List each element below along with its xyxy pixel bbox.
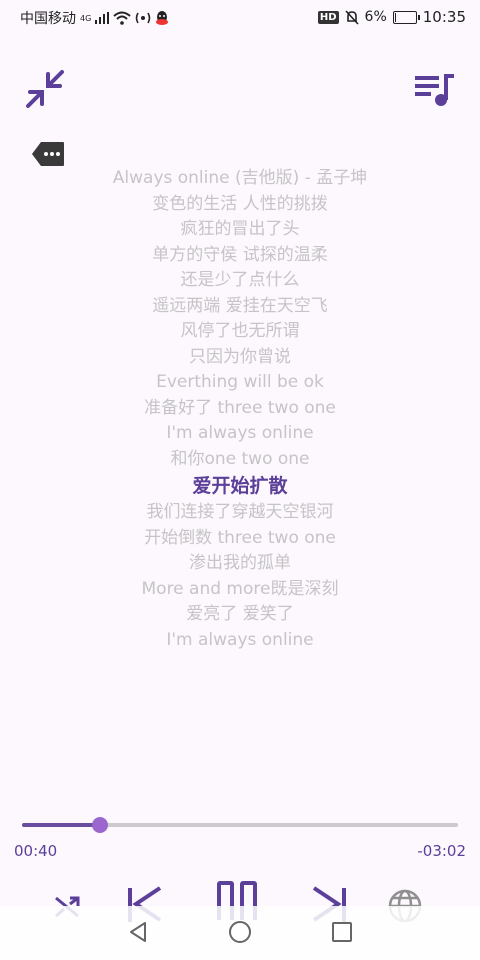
playlist-button[interactable] xyxy=(412,70,460,110)
lyric-line: I'm always online xyxy=(166,629,314,650)
lyric-line: 开始倒数 three two one xyxy=(144,527,336,548)
lyric-line: 变色的生活 人性的挑拨 xyxy=(152,193,328,214)
more-tag-icon xyxy=(32,142,64,166)
playlist-music-icon xyxy=(415,74,454,106)
lyric-line: Everthing will be ok xyxy=(156,372,324,392)
nfc-icon xyxy=(135,12,151,24)
more-options-button[interactable] xyxy=(31,141,65,167)
network-type: 4G xyxy=(80,13,92,23)
lyric-line: More and more既是深刻 xyxy=(141,578,339,599)
status-left: 中国移动 4G xyxy=(20,8,169,28)
nav-back-button[interactable] xyxy=(126,920,150,944)
nav-home-button[interactable] xyxy=(228,920,252,944)
hd-badge: HD xyxy=(317,10,339,24)
lyric-line: 还是少了点什么 xyxy=(180,270,300,290)
lyric-line: 爱亮了 爱笑了 xyxy=(186,604,294,624)
qq-icon xyxy=(156,10,169,25)
lyrics-panel: Always online (吉他版) - 孟子坤 变色的生活 人性的挑拨 疯狂的冒… xyxy=(0,166,480,653)
seek-progress xyxy=(22,823,101,827)
recents-square-icon xyxy=(332,922,352,942)
lyric-line: 单方的守侯 试探的温柔 xyxy=(152,244,328,265)
lyric-line: I'm always online xyxy=(166,423,314,443)
status-right: HD 6% 10:35 xyxy=(317,8,466,26)
collapse-button[interactable] xyxy=(24,68,66,110)
battery-icon xyxy=(392,10,420,24)
lyric-line: Always online (吉他版) - 孟子坤 xyxy=(112,168,368,188)
lyric-line-active: 爱开始扩散 xyxy=(192,475,288,497)
carrier-label: 中国移动 xyxy=(20,11,76,27)
back-triangle-icon xyxy=(130,922,146,942)
lyric-line: 只因为你曾说 xyxy=(189,346,291,367)
home-circle-icon xyxy=(229,921,251,943)
lyric-line: 风停了也无所谓 xyxy=(180,321,300,341)
clock: 10:35 xyxy=(422,8,466,26)
seek-bar[interactable] xyxy=(22,817,458,833)
lyric-line: 和你one two one xyxy=(170,448,310,469)
lyric-line: 准备好了 three two one xyxy=(144,397,336,418)
battery-percent: 6% xyxy=(364,9,387,25)
seek-thumb[interactable] xyxy=(92,817,109,833)
lyric-line: 疯狂的冒出了头 xyxy=(180,219,300,239)
mute-bell-icon xyxy=(344,9,359,25)
lyric-line: 渗出我的孤单 xyxy=(189,553,291,573)
collapse-arrows-icon xyxy=(26,70,64,108)
status-bar: 中国移动 4G HD 6% 10:35 xyxy=(0,0,480,34)
nav-recents-button[interactable] xyxy=(330,920,354,944)
lyric-line: 遥远两端 爱挂在天空飞 xyxy=(152,295,328,316)
remaining-time: -03:02 xyxy=(417,842,466,860)
lyric-line: 我们连接了穿越天空银河 xyxy=(146,502,334,522)
system-nav-bar xyxy=(0,906,480,960)
wifi-icon xyxy=(113,11,131,25)
elapsed-time: 00:40 xyxy=(14,842,58,860)
signal-icon xyxy=(95,12,110,24)
